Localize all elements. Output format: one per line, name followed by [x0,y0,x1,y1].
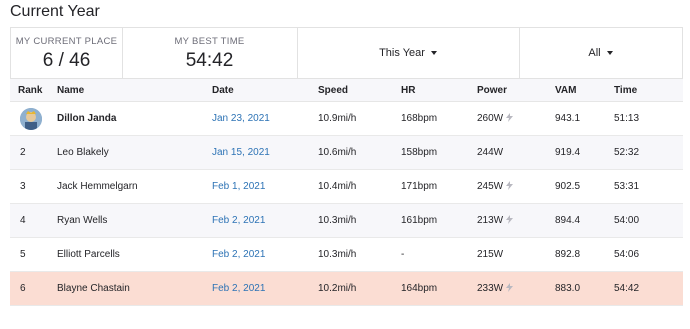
power-cell: 215W [469,237,547,272]
time-cell: 53:31 [606,169,683,204]
speed-cell: 10.3mi/h [310,237,393,272]
vam-cell: 892.8 [547,237,606,272]
athlete-name-link[interactable]: Blayne Chastain [49,271,204,306]
activity-date-link[interactable]: Jan 23, 2021 [212,113,270,124]
activity-date-link[interactable]: Feb 2, 2021 [212,283,265,294]
rank-cell [10,101,49,136]
activity-date-link[interactable]: Feb 2, 2021 [212,215,265,226]
best-time-value: 54:42 [185,50,234,71]
col-header-vam[interactable]: VAM [547,79,606,102]
time-cell: 54:00 [606,203,683,238]
hr-cell: 164bpm [393,271,469,306]
time-cell: 52:32 [606,135,683,170]
table-row: 2 Leo Blakely Jan 15, 2021 10.6mi/h 158b… [10,135,683,170]
best-time-label: MY BEST TIME [174,36,245,47]
power-value: 244W [477,147,504,158]
col-header-time[interactable]: Time [606,79,683,102]
athlete-name-link[interactable]: Jack Hemmelgarn [49,169,204,204]
scope-filter-dropdown[interactable]: All [519,28,682,78]
table-header-row: Rank Name Date Speed HR Power VAM Time [10,79,683,102]
date-cell: Jan 23, 2021 [204,101,310,136]
caret-down-icon [430,51,437,55]
current-athlete-row: 6 Blayne Chastain Feb 2, 2021 10.2mi/h 1… [10,271,683,306]
power-cell: 244W [469,135,547,170]
leaderboard-table: Rank Name Date Speed HR Power VAM Time D… [10,79,683,306]
hr-cell: 168bpm [393,101,469,136]
hr-cell: 161bpm [393,203,469,238]
col-header-rank[interactable]: Rank [10,79,49,102]
power-cell: 233W [469,271,547,306]
current-place-value: 6 / 46 [42,50,91,71]
power-value: 213W [477,214,504,226]
col-header-power[interactable]: Power [469,79,547,102]
athlete-name-link[interactable]: Dillon Janda [49,101,204,136]
athlete-name-link[interactable]: Leo Blakely [49,135,204,170]
col-header-name[interactable]: Name [49,79,204,102]
period-filter-label: This Year [379,47,425,59]
speed-cell: 10.4mi/h [310,169,393,204]
rank-cell: 5 [10,237,49,272]
table-row: 3 Jack Hemmelgarn Feb 1, 2021 10.4mi/h 1… [10,169,683,204]
scope-filter-label: All [588,47,601,59]
col-header-speed[interactable]: Speed [310,79,393,102]
date-cell: Jan 15, 2021 [204,135,310,170]
power-value: 215W [477,249,504,260]
rank-cell: 6 [10,271,49,306]
stats-bar: MY CURRENT PLACE 6 / 46 MY BEST TIME 54:… [10,27,683,79]
power-value: 233W [477,282,504,294]
activity-date-link[interactable]: Feb 2, 2021 [212,249,265,260]
time-cell: 54:06 [606,237,683,272]
kom-crown-avatar-icon[interactable] [20,107,42,130]
current-place-stat: MY CURRENT PLACE 6 / 46 [11,28,123,78]
vam-cell: 894.4 [547,203,606,238]
rank-cell: 4 [10,203,49,238]
hr-cell: 171bpm [393,169,469,204]
table-row: Dillon Janda Jan 23, 2021 10.9mi/h 168bp… [10,101,683,136]
best-time-stat: MY BEST TIME 54:42 [122,28,298,78]
power-value: 245W [477,180,504,192]
time-cell: 51:13 [606,101,683,136]
date-cell: Feb 2, 2021 [204,271,310,306]
rank-cell: 3 [10,169,49,204]
power-cell: 213W [469,203,547,238]
rank-cell: 2 [10,135,49,170]
vam-cell: 902.5 [547,169,606,204]
activity-date-link[interactable]: Jan 15, 2021 [212,147,270,158]
col-header-hr[interactable]: HR [393,79,469,102]
power-cell: 245W [469,169,547,204]
speed-cell: 10.2mi/h [310,271,393,306]
vam-cell: 883.0 [547,271,606,306]
athlete-name-link[interactable]: Elliott Parcells [49,237,204,272]
vam-cell: 943.1 [547,101,606,136]
table-row: 5 Elliott Parcells Feb 2, 2021 10.3mi/h … [10,237,683,272]
table-row: 4 Ryan Wells Feb 2, 2021 10.3mi/h 161bpm… [10,203,683,238]
power-cell: 260W [469,101,547,136]
lightning-bolt-icon [506,282,514,295]
caret-down-icon [606,51,613,55]
speed-cell: 10.9mi/h [310,101,393,136]
speed-cell: 10.6mi/h [310,135,393,170]
current-place-label: MY CURRENT PLACE [15,36,118,47]
lightning-bolt-icon [506,214,514,227]
col-header-date[interactable]: Date [204,79,310,102]
vam-cell: 919.4 [547,135,606,170]
lightning-bolt-icon [506,112,514,125]
period-filter-dropdown[interactable]: This Year [297,28,520,78]
hr-cell: 158bpm [393,135,469,170]
activity-date-link[interactable]: Feb 1, 2021 [212,181,265,192]
hr-cell: - [393,237,469,272]
lightning-bolt-icon [506,180,514,193]
date-cell: Feb 2, 2021 [204,203,310,238]
speed-cell: 10.3mi/h [310,203,393,238]
athlete-name-link[interactable]: Ryan Wells [49,203,204,238]
date-cell: Feb 2, 2021 [204,237,310,272]
page-title: Current Year [10,3,100,20]
time-cell: 54:42 [606,271,683,306]
power-value: 260W [477,112,504,124]
date-cell: Feb 1, 2021 [204,169,310,204]
